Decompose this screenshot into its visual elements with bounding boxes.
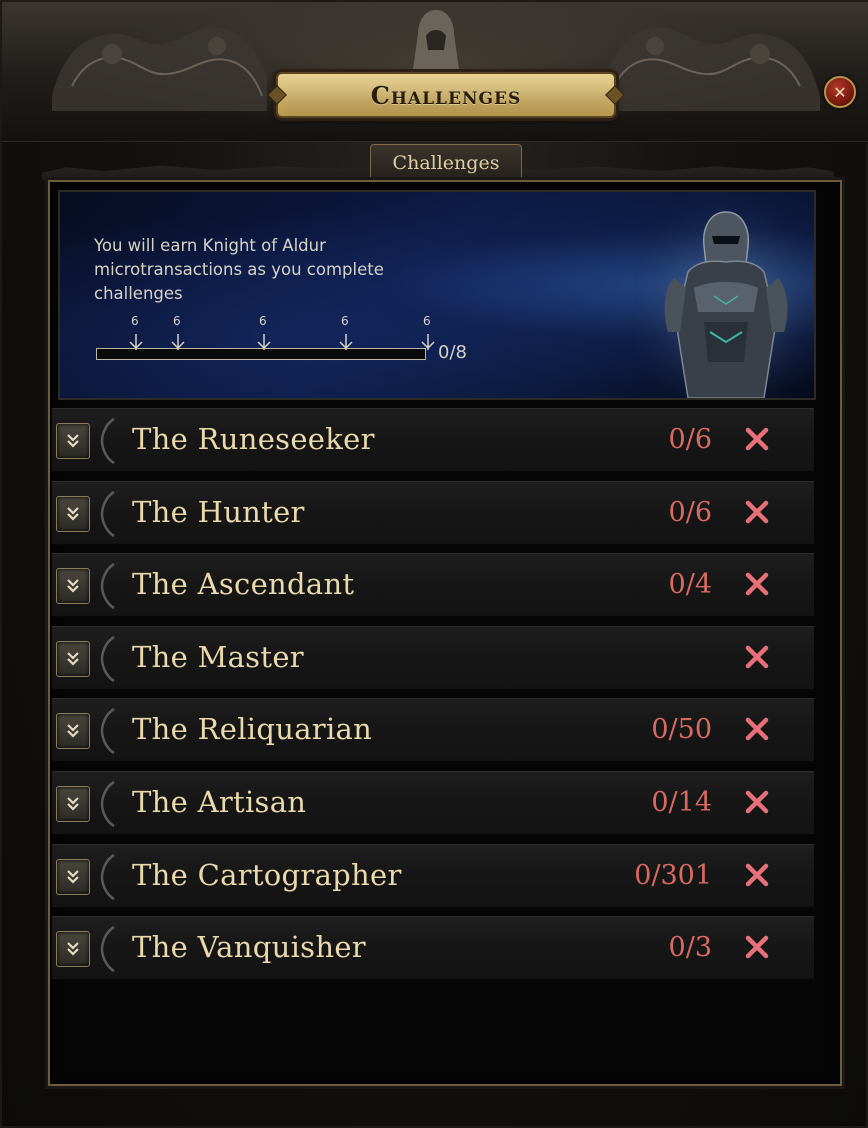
milestone-pin-icon [257,334,271,350]
chevron-down-icon [67,506,79,521]
banner-description: You will earn Knight of Aldur microtrans… [94,236,384,303]
challenge-name: The Master [132,639,304,674]
milestone-pin-icon [339,334,353,350]
tab-challenges-label: Challenges [392,151,500,174]
close-button[interactable]: ✕ [824,76,856,108]
close-icon: ✕ [833,82,847,102]
chevron-down-icon [67,579,79,593]
reward-progress-count: 0/8 [438,342,467,363]
challenge-row[interactable]: The Ascendant 0/4 [52,553,814,618]
bracket-ornament-icon [100,926,115,973]
expand-button[interactable] [56,858,90,895]
expand-button[interactable] [56,640,90,677]
challenge-progress: 0/3 [668,932,712,964]
window-title-plate: Challenges [276,72,616,118]
bracket-ornament-icon [100,635,115,682]
chevron-down-icon [67,942,79,956]
expand-button[interactable] [56,713,90,750]
milestone-marker: 6 [169,314,187,360]
red-x-icon [745,645,769,669]
bracket-ornament-icon [100,563,115,610]
expand-button[interactable] [56,495,90,532]
expand-button[interactable] [56,423,90,459]
challenges-window: Challenges ✕ Challenges You will earn Kn… [0,0,868,1128]
challenge-name: The Reliquarian [132,712,373,747]
red-x-icon [745,863,769,886]
challenge-progress: 0/6 [668,424,712,455]
challenge-progress: 0/301 [634,859,712,891]
milestone-label: 6 [341,314,349,328]
bracket-ornament-icon [100,417,115,465]
reward-banner: You will earn Knight of Aldur microtrans… [58,190,816,400]
challenge-name: The Artisan [132,784,307,819]
red-x-icon [745,427,769,451]
challenge-name: The Vanquisher [132,930,366,965]
challenge-row[interactable]: The Artisan 0/14 [52,770,814,835]
challenge-progress: 0/4 [668,569,712,601]
challenge-progress: 0/50 [651,714,712,746]
challenge-name: The Runeseeker [132,422,375,456]
window-title: Challenges [370,80,522,110]
challenge-name: The Hunter [132,494,305,529]
challenge-row[interactable]: The Runeseeker 0/6 [52,408,814,472]
red-x-icon [745,500,769,523]
challenge-progress: 0/14 [651,786,712,818]
challenge-name: The Cartographer [132,857,402,892]
milestone-label: 6 [131,314,139,328]
knight-armor-image [634,192,814,398]
bracket-ornament-icon [100,780,115,828]
challenge-row[interactable]: The Vanquisher 0/3 [52,916,814,981]
tab-challenges[interactable]: Challenges [370,144,522,180]
red-x-icon [745,790,769,814]
gargoyle-ornament-left [52,27,267,112]
milestone-marker: 6 [127,314,145,360]
milestone-label: 6 [259,314,267,328]
red-x-icon [745,935,769,959]
challenge-row[interactable]: The Cartographer 0/301 [52,843,814,908]
bracket-ornament-icon [100,853,115,900]
window-header: Challenges ✕ [2,2,868,142]
expand-button[interactable] [56,785,90,822]
milestone-marker: 6 [419,314,437,360]
challenge-row[interactable]: The Reliquarian 0/50 [52,698,814,763]
bracket-ornament-icon [100,490,115,537]
milestone-pin-icon [421,334,435,350]
reward-progress: 6 6 6 6 6 0/8 [96,314,496,370]
chevron-down-icon [67,724,79,738]
milestone-marker: 6 [337,314,355,360]
milestone-label: 6 [423,314,431,328]
challenge-progress: 0/6 [668,496,712,528]
expand-button[interactable] [56,568,90,605]
gargoyle-ornament-right [605,27,820,112]
red-x-icon [745,572,769,596]
red-x-icon [745,718,769,741]
chevron-down-icon [67,652,79,666]
chevron-down-icon [67,434,79,448]
challenge-row[interactable]: The Hunter 0/6 [52,480,814,545]
chevron-down-icon [67,797,79,811]
chevron-down-icon [67,869,79,884]
bracket-ornament-icon [100,708,115,755]
milestone-label: 6 [173,314,181,328]
challenge-row[interactable]: The Master [52,625,814,690]
challenge-list: The Runeseeker 0/6 The Hunter 0/6 The Ascend… [52,408,814,989]
milestone-pin-icon [171,334,185,350]
expand-button[interactable] [56,931,90,968]
milestone-marker: 6 [255,314,273,360]
challenge-name: The Ascendant [132,567,355,602]
milestone-pin-icon [129,334,143,350]
